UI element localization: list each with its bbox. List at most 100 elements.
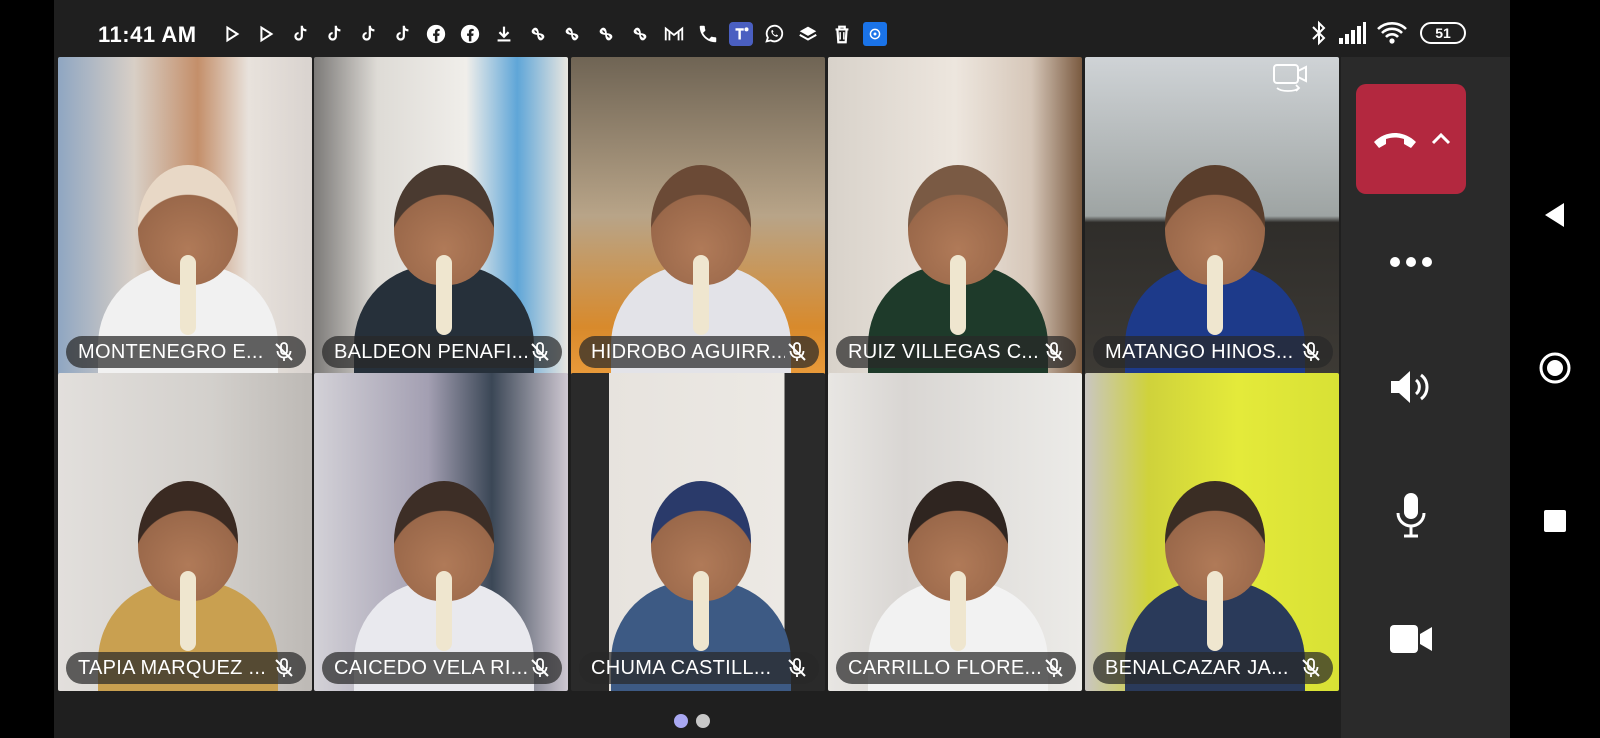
participant-tile[interactable]: MONTENEGRO E... — [58, 57, 312, 375]
participant-name: CHUMA CASTILL... — [591, 656, 772, 679]
participant-nameplate: BENALCAZAR JA... — [1093, 652, 1333, 684]
back-triangle-icon — [1543, 201, 1567, 229]
pinwheel-icon — [525, 21, 551, 47]
trash-icon — [829, 21, 855, 47]
system-status-icons: 51 — [1300, 20, 1466, 46]
play-icon — [253, 21, 279, 47]
participant-nameplate: RUIZ VILLEGAS C... — [836, 336, 1076, 368]
back-button[interactable] — [1510, 190, 1600, 240]
participant-nameplate: CARRILLO FLORE... — [836, 652, 1076, 684]
participant-tile[interactable]: CAICEDO VELA RI... — [314, 373, 568, 691]
pinwheel-icon — [559, 21, 585, 47]
recorder-flute — [1207, 255, 1223, 335]
app-badge-icon — [863, 22, 887, 46]
teams-call-screen: 11:41 AM 51 MONTENEGRO E... BALDEON PENA… — [54, 0, 1510, 738]
participant-name: CAICEDO VELA RI... — [334, 656, 528, 679]
participant-name: MONTENEGRO E... — [78, 340, 264, 363]
participant-tile[interactable]: CARRILLO FLORE... — [828, 373, 1082, 691]
participant-tile[interactable]: RUIZ VILLEGAS C... — [828, 57, 1082, 375]
participant-tile[interactable]: MATANGO HINOS... — [1085, 57, 1339, 375]
tiktok-icon — [355, 21, 381, 47]
participant-name: MATANGO HINOS... — [1105, 340, 1294, 363]
notification-icons — [219, 19, 895, 49]
recorder-flute — [693, 571, 709, 651]
participant-name: BALDEON PENAFI... — [334, 340, 528, 363]
microphone-button[interactable] — [1366, 485, 1456, 545]
page-indicator[interactable] — [674, 714, 718, 728]
camera-button[interactable] — [1366, 609, 1456, 669]
facebook-icon — [457, 21, 483, 47]
bluetooth-icon — [1310, 20, 1328, 46]
call-controls-panel — [1273, 57, 1510, 738]
chevron-up-icon[interactable] — [1430, 132, 1452, 146]
more-dots-icon — [1389, 256, 1433, 268]
participant-nameplate: HIDROBO AGUIRR... — [579, 336, 819, 368]
participant-name: HIDROBO AGUIRR... — [591, 340, 785, 363]
mic-off-icon — [528, 656, 552, 680]
participant-nameplate: CAICEDO VELA RI... — [322, 652, 562, 684]
recorder-flute — [436, 255, 452, 335]
recorder-flute — [950, 255, 966, 335]
participant-name: CARRILLO FLORE... — [848, 656, 1042, 679]
participant-tile[interactable]: TAPIA MARQUEZ ... — [58, 373, 312, 691]
teams-icon — [729, 22, 753, 46]
recorder-flute — [180, 571, 196, 651]
recorder-flute — [950, 571, 966, 651]
page-dot-2[interactable] — [696, 714, 710, 728]
speaker-button[interactable] — [1366, 357, 1456, 417]
pinwheel-icon — [627, 21, 653, 47]
mic-off-icon — [1299, 340, 1323, 364]
recorder-flute — [436, 571, 452, 651]
switch-camera-icon[interactable] — [1271, 61, 1311, 95]
recorder-flute — [693, 255, 709, 335]
participant-tile[interactable]: HIDROBO AGUIRR... — [571, 57, 825, 375]
tiktok-icon — [389, 21, 415, 47]
tiktok-icon — [287, 21, 313, 47]
page-dot-1[interactable] — [674, 714, 688, 728]
recents-button[interactable] — [1510, 496, 1600, 546]
participant-nameplate: MONTENEGRO E... — [66, 336, 306, 368]
mic-off-icon — [272, 340, 296, 364]
battery-indicator: 51 — [1420, 22, 1466, 44]
video-camera-icon — [1388, 623, 1434, 655]
participant-tile[interactable]: BALDEON PENAFI... — [314, 57, 568, 375]
mic-off-icon — [1042, 340, 1066, 364]
mic-off-icon — [272, 656, 296, 680]
participant-nameplate: TAPIA MARQUEZ ... — [66, 652, 306, 684]
participant-tile[interactable]: CHUMA CASTILL... — [571, 373, 825, 691]
home-button[interactable] — [1510, 343, 1600, 393]
wifi-icon — [1376, 21, 1408, 45]
participant-name: TAPIA MARQUEZ ... — [78, 656, 267, 679]
signal-icon — [1338, 22, 1366, 44]
play-icon — [219, 21, 245, 47]
status-clock: 11:41 AM — [98, 22, 197, 47]
speaker-icon — [1388, 367, 1434, 407]
recorder-flute — [180, 255, 196, 335]
mic-off-icon — [785, 656, 809, 680]
phone-icon — [695, 21, 721, 47]
whatsapp-icon — [761, 21, 787, 47]
mic-off-icon — [528, 340, 552, 364]
participant-nameplate: MATANGO HINOS... — [1093, 336, 1333, 368]
mic-off-icon — [1299, 656, 1323, 680]
download-icon — [491, 21, 517, 47]
pinwheel-icon — [593, 21, 619, 47]
home-circle-icon — [1538, 351, 1572, 385]
tiktok-icon — [321, 21, 347, 47]
stack-icon — [795, 21, 821, 47]
hangup-button[interactable] — [1356, 84, 1466, 194]
participant-nameplate: BALDEON PENAFI... — [322, 336, 562, 368]
participant-name: RUIZ VILLEGAS C... — [848, 340, 1040, 363]
participant-tile[interactable]: BENALCAZAR JA... — [1085, 373, 1339, 691]
gmail-icon — [661, 21, 687, 47]
participant-nameplate: CHUMA CASTILL... — [579, 652, 819, 684]
recents-square-icon — [1543, 509, 1567, 533]
participant-grid: MONTENEGRO E... BALDEON PENAFI... HIDROBO … — [58, 57, 1341, 701]
microphone-icon — [1394, 491, 1428, 539]
mic-off-icon — [785, 340, 809, 364]
participant-name: BENALCAZAR JA... — [1105, 656, 1289, 679]
status-bar: 11:41 AM 51 — [54, 14, 1510, 54]
more-options-button[interactable] — [1366, 232, 1456, 292]
android-navigation-bar — [1510, 0, 1600, 738]
hangup-phone-icon — [1370, 126, 1420, 152]
